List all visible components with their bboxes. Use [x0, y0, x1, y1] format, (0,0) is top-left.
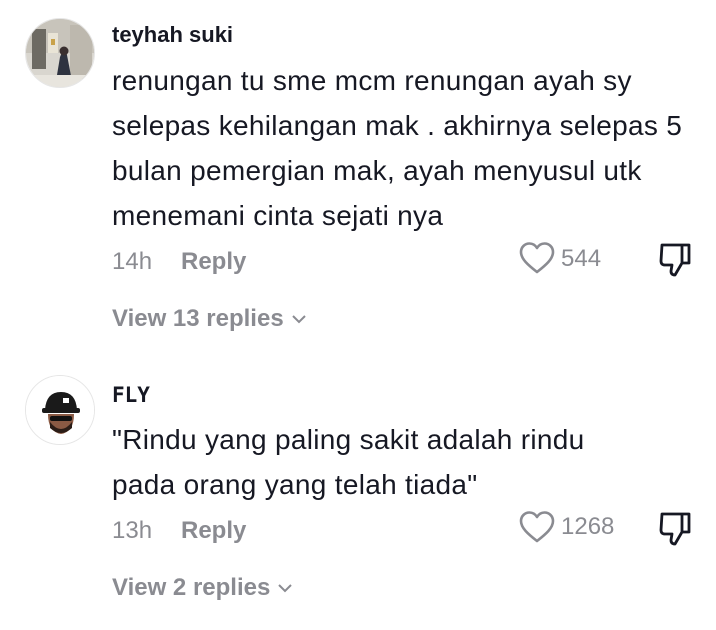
reply-button[interactable]: Reply [181, 248, 246, 276]
chevron-down-icon [278, 584, 293, 593]
comment-username[interactable]: FLY [112, 383, 150, 407]
comment-text: "Rindu yang paling sakit adalah rindu pa… [112, 424, 585, 500]
comment-time: 13h [112, 517, 153, 544]
view-replies-button[interactable]: View 2 replies [112, 574, 294, 602]
user-avatar[interactable] [25, 375, 95, 445]
comment-item: FLY "Rindu yang paling sakit adalah rind… [0, 350, 716, 630]
comment-item: teyhah suki renungan tu sme mcm renungan… [0, 0, 716, 350]
user-avatar[interactable] [25, 18, 95, 88]
dislike-icon[interactable] [658, 511, 692, 547]
view-replies-label: View 2 replies [112, 574, 271, 601]
heart-icon[interactable] [518, 241, 556, 275]
reply-button[interactable]: Reply [181, 517, 246, 545]
cap-man-avatar-icon [26, 376, 94, 444]
heart-icon[interactable] [518, 510, 556, 544]
photo-avatar-icon [26, 19, 94, 87]
view-replies-label: View 13 replies [112, 305, 284, 332]
like-count: 1268 [561, 513, 615, 540]
comment-time: 14h [112, 248, 153, 275]
comment-username[interactable]: teyhah suki [112, 22, 233, 48]
like-count: 544 [561, 245, 602, 272]
chevron-down-icon [291, 315, 306, 324]
comment-text: renungan tu sme mcm renungan ayah sy sel… [112, 65, 683, 231]
dislike-icon[interactable] [658, 242, 692, 278]
view-replies-button[interactable]: View 13 replies [112, 305, 308, 333]
